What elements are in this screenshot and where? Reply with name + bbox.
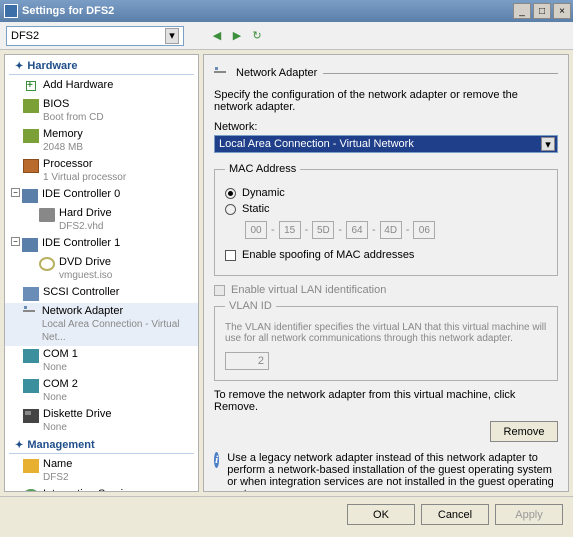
checkbox-vlan-enable[interactable]: Enable virtual LAN identification: [214, 284, 558, 296]
name-icon: [23, 459, 39, 473]
radio-icon: [225, 204, 236, 215]
mac-octet-1[interactable]: 15: [279, 221, 301, 239]
sidebar-item-scsi[interactable]: SCSI Controller: [5, 284, 198, 303]
network-select[interactable]: Local Area Connection - Virtual Network …: [214, 135, 558, 153]
sidebar-item-network-adapter[interactable]: Network AdapterLocal Area Connection - V…: [5, 303, 198, 346]
network-icon: [23, 306, 38, 320]
vlan-group: VLAN ID The VLAN identifier specifies th…: [214, 300, 558, 381]
com-icon: [23, 379, 39, 393]
section-management: ✦ Management: [9, 436, 194, 454]
mac-octets: 00- 15- 5D- 64- 4D- 06: [225, 221, 547, 239]
mac-octet-2[interactable]: 5D: [312, 221, 334, 239]
pane-description: Specify the configuration of the network…: [214, 89, 558, 113]
mac-address-group: MAC Address Dynamic Static 00- 15- 5D- 6…: [214, 163, 558, 276]
diskette-icon: [23, 409, 39, 423]
sidebar-item-integration[interactable]: Integration ServicesAll services offered: [5, 486, 198, 492]
network-select-value: Local Area Connection - Virtual Network: [219, 138, 541, 150]
app-icon: [4, 4, 18, 18]
hdd-icon: [39, 208, 55, 222]
apply-button[interactable]: Apply: [495, 504, 563, 525]
divider: [323, 73, 558, 74]
radio-icon: [225, 188, 236, 199]
collapse-icon[interactable]: ✦: [15, 61, 23, 72]
add-icon: [23, 80, 39, 94]
info-box: i Use a legacy network adapter instead o…: [214, 452, 558, 492]
mac-octet-4[interactable]: 4D: [380, 221, 402, 239]
memory-icon: [23, 129, 39, 143]
mac-octet-0[interactable]: 00: [245, 221, 267, 239]
sidebar-item-com1[interactable]: COM 1None: [5, 346, 198, 376]
prev-icon[interactable]: ◀: [210, 29, 224, 43]
info-text: Use a legacy network adapter instead of …: [227, 452, 558, 492]
maximize-button[interactable]: □: [533, 3, 551, 19]
mac-legend: MAC Address: [225, 163, 300, 175]
sidebar-item-harddrive[interactable]: Hard DriveDFS2.vhd: [5, 205, 198, 235]
checkbox-icon: [214, 285, 225, 296]
minimize-button[interactable]: _: [513, 3, 531, 19]
mac-octet-5[interactable]: 06: [413, 221, 435, 239]
com-icon: [23, 349, 39, 363]
ide-icon: [22, 238, 38, 252]
ide-icon: [22, 189, 38, 203]
refresh-icon[interactable]: ↻: [250, 29, 264, 43]
ok-button[interactable]: OK: [347, 504, 415, 525]
titlebar: Settings for DFS2 _ □ ×: [0, 0, 573, 22]
pane-title: Network Adapter: [236, 67, 317, 79]
window-title: Settings for DFS2: [22, 5, 511, 17]
integration-icon: [23, 489, 39, 492]
vlan-legend: VLAN ID: [225, 300, 276, 312]
section-hardware: ✦ Hardware: [9, 57, 194, 75]
info-icon: i: [214, 452, 219, 468]
bios-icon: [23, 99, 39, 113]
toolbar: DFS2 ▾ ◀ ▶ ↻: [0, 22, 573, 50]
next-icon[interactable]: ▶: [230, 29, 244, 43]
processor-icon: [23, 159, 39, 173]
checkbox-icon: [225, 250, 236, 261]
sidebar: ✦ Hardware Add Hardware BIOSBoot from CD…: [4, 54, 199, 492]
vm-selector[interactable]: DFS2 ▾: [6, 26, 184, 46]
vm-selector-value: DFS2: [11, 30, 165, 42]
vlan-description: The VLAN identifier specifies the virtua…: [225, 322, 547, 344]
sidebar-item-diskette[interactable]: Diskette DriveNone: [5, 406, 198, 436]
dropdown-icon: ▾: [541, 137, 555, 151]
content-pane: Network Adapter Specify the configuratio…: [203, 54, 569, 492]
network-icon: [214, 67, 230, 81]
checkbox-spoof[interactable]: Enable spoofing of MAC addresses: [225, 249, 547, 261]
scsi-icon: [23, 287, 39, 301]
dvd-icon: [39, 257, 55, 271]
sidebar-item-bios[interactable]: BIOSBoot from CD: [5, 96, 198, 126]
dropdown-icon: ▾: [165, 28, 179, 44]
sidebar-item-ide0[interactable]: −IDE Controller 0: [5, 186, 198, 205]
collapse-icon[interactable]: −: [11, 188, 20, 197]
remove-description: To remove the network adapter from this …: [214, 389, 558, 413]
radio-dynamic[interactable]: Dynamic: [225, 187, 547, 199]
sidebar-item-ide1[interactable]: −IDE Controller 1: [5, 235, 198, 254]
network-label: Network:: [214, 121, 558, 133]
radio-static[interactable]: Static: [225, 203, 547, 215]
remove-button[interactable]: Remove: [490, 421, 558, 442]
cancel-button[interactable]: Cancel: [421, 504, 489, 525]
sidebar-item-processor[interactable]: Processor1 Virtual processor: [5, 156, 198, 186]
sidebar-item-add-hardware[interactable]: Add Hardware: [5, 77, 198, 96]
sidebar-item-memory[interactable]: Memory2048 MB: [5, 126, 198, 156]
collapse-icon[interactable]: ✦: [15, 440, 23, 451]
sidebar-item-dvddrive[interactable]: DVD Drivevmguest.iso: [5, 254, 198, 284]
dialog-footer: OK Cancel Apply: [0, 496, 573, 532]
vlan-id-input[interactable]: [225, 352, 269, 370]
collapse-icon[interactable]: −: [11, 237, 20, 246]
mac-octet-3[interactable]: 64: [346, 221, 368, 239]
sidebar-item-com2[interactable]: COM 2None: [5, 376, 198, 406]
close-button[interactable]: ×: [553, 3, 571, 19]
sidebar-item-name[interactable]: NameDFS2: [5, 456, 198, 486]
